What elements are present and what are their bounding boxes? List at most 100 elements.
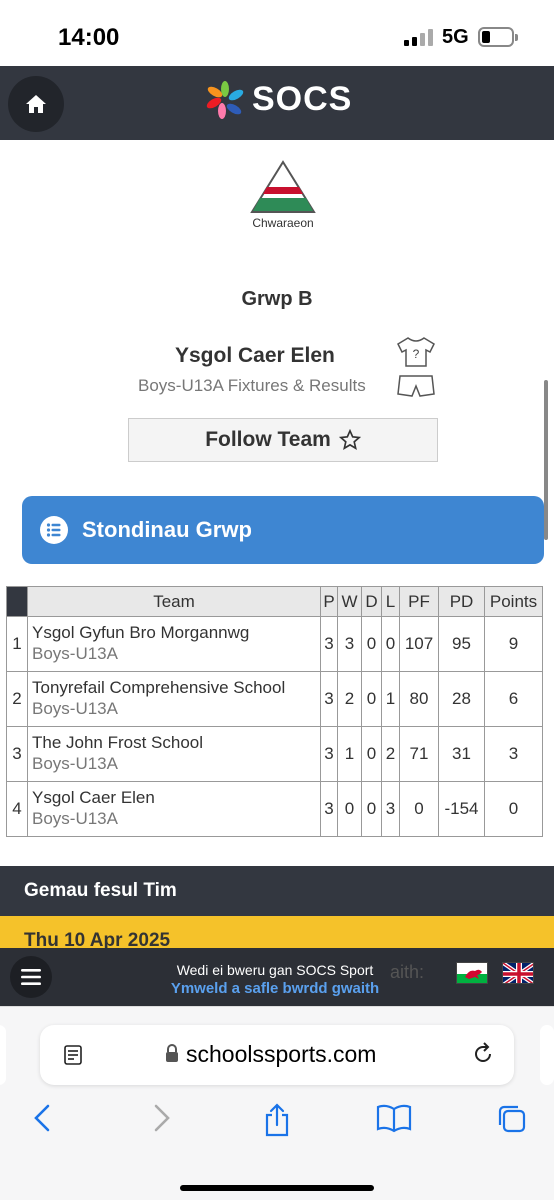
status-time: 14:00 xyxy=(58,24,120,51)
row-drawn: 0 xyxy=(361,616,382,672)
row-team-cell[interactable]: Tonyrefail Comprehensive School Boys-U13… xyxy=(27,671,321,727)
prev-tab-edge[interactable] xyxy=(0,1025,6,1085)
row-points-for: 71 xyxy=(399,726,439,782)
bookmarks-icon[interactable] xyxy=(376,1103,412,1133)
row-points-for: 80 xyxy=(399,671,439,727)
row-won: 3 xyxy=(337,616,362,672)
status-bar: 14:00 5G xyxy=(0,0,554,66)
row-team-age: Boys-U13A xyxy=(32,754,118,773)
reload-icon[interactable] xyxy=(470,1041,496,1067)
browser-toolbar: schoolssports.com xyxy=(0,1006,554,1200)
header-w: W xyxy=(337,586,362,617)
row-won: 0 xyxy=(337,781,362,837)
shorts-icon xyxy=(397,375,435,397)
header-pd: PD xyxy=(438,586,485,617)
row-team-name: Ysgol Gyfun Bro Morgannwg xyxy=(32,623,250,642)
row-position: 2 xyxy=(6,671,28,727)
table-row: 4 Ysgol Caer Elen Boys-U13A 3 0 0 3 0 -1… xyxy=(6,781,543,837)
network-label: 5G xyxy=(442,26,469,48)
share-icon[interactable] xyxy=(262,1103,292,1137)
row-points-for: 107 xyxy=(399,616,439,672)
shirt-icon: ? xyxy=(397,337,435,367)
list-icon xyxy=(40,516,68,544)
row-won: 2 xyxy=(337,671,362,727)
browser-nav xyxy=(0,1103,554,1153)
fixtures-section-header: Gemau fesul Tim xyxy=(0,866,554,916)
row-team-age: Boys-U13A xyxy=(32,809,118,828)
row-lost: 1 xyxy=(381,671,400,727)
group-title: Grwp B xyxy=(241,288,313,310)
brand-name: SOCS xyxy=(252,80,353,118)
row-drawn: 0 xyxy=(361,781,382,837)
fixture-date-bar: Thu 10 Apr 2025 xyxy=(0,916,554,948)
crest-label: Chwaraeon xyxy=(252,216,314,230)
header-p: P xyxy=(320,586,338,617)
row-team-cell[interactable]: The John Frost School Boys-U13A xyxy=(27,726,321,782)
uk-flag-icon[interactable] xyxy=(502,962,534,984)
team-subtitle: Boys-U13A Fixtures & Results xyxy=(138,376,366,395)
header-l: L xyxy=(381,586,400,617)
follow-team-label: Follow Team xyxy=(205,428,331,451)
row-team-cell[interactable]: Ysgol Caer Elen Boys-U13A xyxy=(27,781,321,837)
standings-header-row: Team P W D L PF PD Points xyxy=(6,586,543,617)
app-header: SOCS xyxy=(0,66,554,140)
reader-mode-icon[interactable] xyxy=(62,1043,86,1067)
row-team-name: The John Frost School xyxy=(32,733,204,752)
header-team: Team xyxy=(27,586,321,617)
row-points-diff: -154 xyxy=(438,781,485,837)
next-tab-edge[interactable] xyxy=(540,1025,554,1085)
row-lost: 3 xyxy=(381,781,400,837)
row-points: 3 xyxy=(484,726,543,782)
visit-desktop-link[interactable]: Ymweld a safle bwrdd gwaith xyxy=(40,980,510,997)
home-button[interactable] xyxy=(8,76,64,132)
team-name: Ysgol Caer Elen xyxy=(175,344,335,367)
header-pf: PF xyxy=(399,586,439,617)
row-team-name: Ysgol Caer Elen xyxy=(32,788,155,807)
row-position: 4 xyxy=(6,781,28,837)
pinwheel-icon xyxy=(206,80,244,119)
row-drawn: 0 xyxy=(361,671,382,727)
socs-logo: SOCS xyxy=(206,80,352,119)
row-points-diff: 31 xyxy=(438,726,485,782)
row-points: 6 xyxy=(484,671,543,727)
row-played: 3 xyxy=(320,616,338,672)
back-icon[interactable] xyxy=(30,1103,54,1133)
row-position: 1 xyxy=(6,616,28,672)
crest-icon xyxy=(250,160,316,213)
row-team-age: Boys-U13A xyxy=(32,699,118,718)
url-text: schoolssports.com xyxy=(186,1041,377,1067)
header-points: Points xyxy=(484,586,543,617)
row-lost: 2 xyxy=(381,726,400,782)
header-d: D xyxy=(361,586,382,617)
sticky-footer: aith: Wedi ei bweru gan SOCS Sport Ymwel… xyxy=(0,948,554,1006)
row-points-diff: 28 xyxy=(438,671,485,727)
signal-icon xyxy=(404,28,433,46)
tabs-icon[interactable] xyxy=(496,1103,528,1135)
standings-section-label: Stondinau Grwp xyxy=(82,517,252,542)
forward-icon[interactable] xyxy=(150,1103,174,1133)
row-team-cell[interactable]: Ysgol Gyfun Bro Morgannwg Boys-U13A xyxy=(27,616,321,672)
standings-section-header[interactable]: Stondinau Grwp xyxy=(22,496,544,564)
table-row: 1 Ysgol Gyfun Bro Morgannwg Boys-U13A 3 … xyxy=(6,616,543,672)
scroll-indicator[interactable] xyxy=(544,380,548,540)
home-indicator xyxy=(180,1185,374,1191)
standings-table: Team P W D L PF PD Points 1 Ysgol Gyfun … xyxy=(6,586,543,837)
row-played: 3 xyxy=(320,726,338,782)
row-points: 0 xyxy=(484,781,543,837)
row-drawn: 0 xyxy=(361,726,382,782)
row-won: 1 xyxy=(337,726,362,782)
wales-flag-icon[interactable] xyxy=(456,962,488,984)
svg-text:?: ? xyxy=(413,347,420,361)
row-points: 9 xyxy=(484,616,543,672)
address-bar[interactable]: schoolssports.com xyxy=(40,1025,514,1085)
row-position: 3 xyxy=(6,726,28,782)
fixtures-section-label: Gemau fesul Tim xyxy=(24,880,177,901)
row-points-diff: 95 xyxy=(438,616,485,672)
row-played: 3 xyxy=(320,671,338,727)
row-team-name: Tonyrefail Comprehensive School xyxy=(32,678,286,697)
powered-by-text: Wedi ei bweru gan SOCS Sport xyxy=(176,962,374,978)
row-played: 3 xyxy=(320,781,338,837)
follow-team-button[interactable]: Follow Team xyxy=(128,418,438,462)
lock-icon xyxy=(166,1044,178,1062)
hamburger-icon xyxy=(21,969,41,985)
